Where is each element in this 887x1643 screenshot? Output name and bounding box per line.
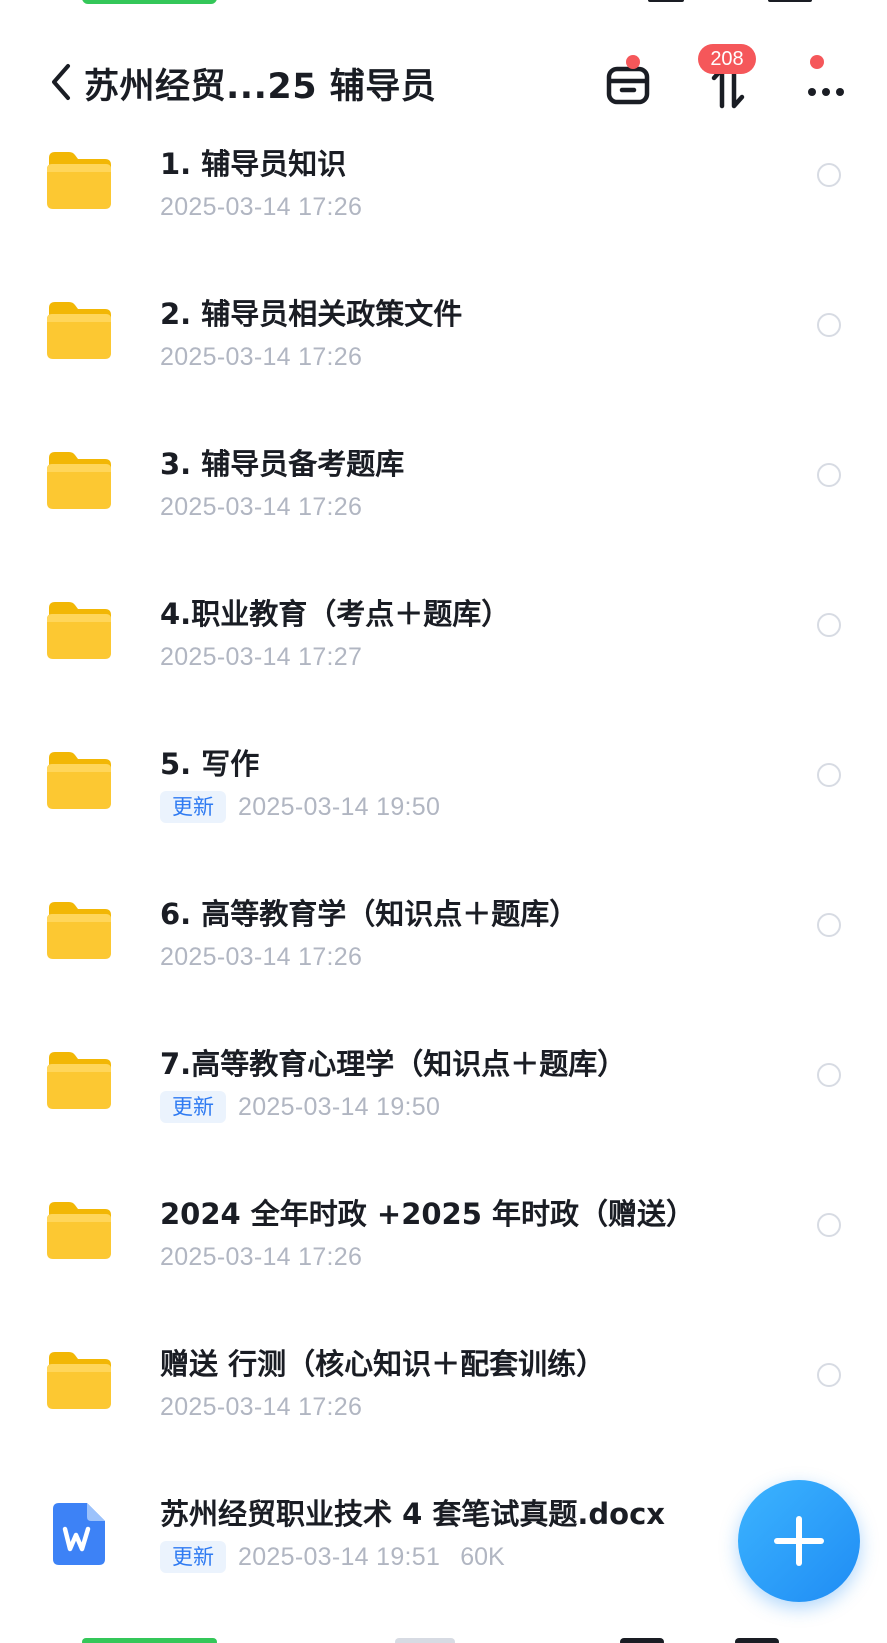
select-checkbox[interactable]: [817, 613, 841, 637]
list-item[interactable]: 1. 辅导员知识 2025-03-14 17:26: [0, 118, 887, 274]
list-item[interactable]: 7.高等教育心理学（知识点＋题库） 更新 2025-03-14 19:50: [0, 1018, 887, 1174]
file-name: 3. 辅导员备考题库: [160, 447, 405, 481]
file-list: 1. 辅导员知识 2025-03-14 17:26 2. 辅导员相关政策文件 2025…: [0, 118, 887, 1643]
folder-icon: [45, 750, 113, 810]
file-name: 苏州经贸职业技术 4 套笔试真题.docx: [160, 1497, 665, 1531]
transfer-count-badge: 208: [698, 44, 756, 74]
file-meta: 2025-03-14 17:26: [160, 190, 362, 224]
back-button[interactable]: [44, 60, 80, 104]
modified-date: 2025-03-14 19:50: [238, 792, 441, 821]
list-item[interactable]: 2. 辅导员相关政策文件 2025-03-14 17:26: [0, 268, 887, 424]
nav-header: 苏州经贸...25 辅导员 208: [0, 44, 887, 118]
modified-date: 2025-03-14 19:51: [238, 1542, 441, 1571]
folder-icon: [45, 1350, 113, 1410]
word-document-icon: [53, 1503, 105, 1565]
modified-date: 2025-03-14 17:26: [160, 192, 363, 221]
folder-icon: [45, 150, 113, 210]
folder-icon: [45, 450, 113, 510]
file-name: 5. 写作: [160, 747, 260, 781]
file-meta: 2025-03-14 17:27: [160, 640, 362, 674]
tab-bar-mark-a: [620, 1638, 664, 1643]
chevron-left-icon: [52, 64, 70, 100]
list-item[interactable]: 3. 辅导员备考题库 2025-03-14 17:26: [0, 418, 887, 574]
list-item[interactable]: 5. 写作更新 2025-03-14 19:50: [0, 718, 887, 874]
modified-date: 2025-03-14 17:26: [160, 942, 363, 971]
select-checkbox[interactable]: [817, 313, 841, 337]
tab-bar-edge: [0, 1636, 887, 1643]
more-notification-dot: [810, 55, 824, 69]
file-meta: 2025-03-14 17:26: [160, 340, 362, 374]
tab-bar-mark-b: [735, 1638, 779, 1643]
page-title: 苏州经贸...25 辅导员: [84, 67, 437, 107]
signal-indicator: [648, 0, 684, 2]
file-name: 4.职业教育（考点＋题库）: [160, 597, 511, 631]
file-meta: 2025-03-14 17:26: [160, 940, 362, 974]
file-meta: 2025-03-14 17:26: [160, 490, 362, 524]
updated-badge: 更新: [160, 791, 226, 823]
select-checkbox[interactable]: [817, 913, 841, 937]
modified-date: 2025-03-14 17:27: [160, 642, 363, 671]
updated-badge: 更新: [160, 1091, 226, 1123]
file-name: 2. 辅导员相关政策文件: [160, 297, 463, 331]
file-name: 2024 全年时政 +2025 年时政（赠送）: [160, 1197, 696, 1231]
archive-notification-dot: [626, 55, 640, 69]
file-meta: 2025-03-14 17:26: [160, 1390, 362, 1424]
folder-icon: [45, 300, 113, 360]
tab-indicator: [82, 1638, 217, 1643]
folder-icon: [45, 1200, 113, 1260]
select-checkbox[interactable]: [817, 1363, 841, 1387]
file-meta: 更新 2025-03-14 19:50: [160, 1090, 440, 1124]
select-checkbox[interactable]: [817, 1063, 841, 1087]
modified-date: 2025-03-14 17:26: [160, 492, 363, 521]
list-item[interactable]: 4.职业教育（考点＋题库） 2025-03-14 17:27: [0, 568, 887, 724]
select-checkbox[interactable]: [817, 163, 841, 187]
file-name: 7.高等教育心理学（知识点＋题库）: [160, 1047, 627, 1081]
more-button[interactable]: [800, 60, 860, 110]
folder-icon: [45, 1050, 113, 1110]
modified-date: 2025-03-14 17:26: [160, 342, 363, 371]
list-item[interactable]: 赠送 行测（核心知识＋配套训练） 2025-03-14 17:26: [0, 1318, 887, 1474]
battery-indicator: [768, 0, 812, 2]
file-name: 赠送 行测（核心知识＋配套训练）: [160, 1347, 606, 1381]
select-checkbox[interactable]: [817, 763, 841, 787]
more-dots-icon: [808, 88, 844, 96]
file-name: 1. 辅导员知识: [160, 147, 347, 181]
list-item[interactable]: 2024 全年时政 +2025 年时政（赠送） 2025-03-14 17:26: [0, 1168, 887, 1324]
modified-date: 2025-03-14 19:50: [238, 1092, 441, 1121]
add-button[interactable]: [738, 1480, 860, 1602]
modified-date: 2025-03-14 17:26: [160, 1242, 363, 1271]
modified-date: 2025-03-14 17:26: [160, 1392, 363, 1421]
file-browser-screen: 苏州经贸...25 辅导员 208 1. 辅导员知识 2025-03-14 17…: [0, 0, 887, 1643]
file-meta: 2025-03-14 17:26: [160, 1240, 362, 1274]
status-bar: [0, 0, 887, 10]
call-indicator: [82, 0, 217, 4]
file-name: 6. 高等教育学（知识点＋题库）: [160, 897, 579, 931]
plus-icon: [774, 1516, 824, 1566]
folder-icon: [45, 600, 113, 660]
folder-icon: [45, 900, 113, 960]
file-meta: 更新 2025-03-14 19:51 60K: [160, 1540, 505, 1574]
select-checkbox[interactable]: [817, 1213, 841, 1237]
file-size: 60K: [460, 1542, 505, 1571]
list-item[interactable]: 6. 高等教育学（知识点＋题库） 2025-03-14 17:26: [0, 868, 887, 1024]
tab-bar-divider: [395, 1638, 455, 1643]
select-checkbox[interactable]: [817, 463, 841, 487]
updated-badge: 更新: [160, 1541, 226, 1573]
file-meta: 更新 2025-03-14 19:50: [160, 790, 440, 824]
